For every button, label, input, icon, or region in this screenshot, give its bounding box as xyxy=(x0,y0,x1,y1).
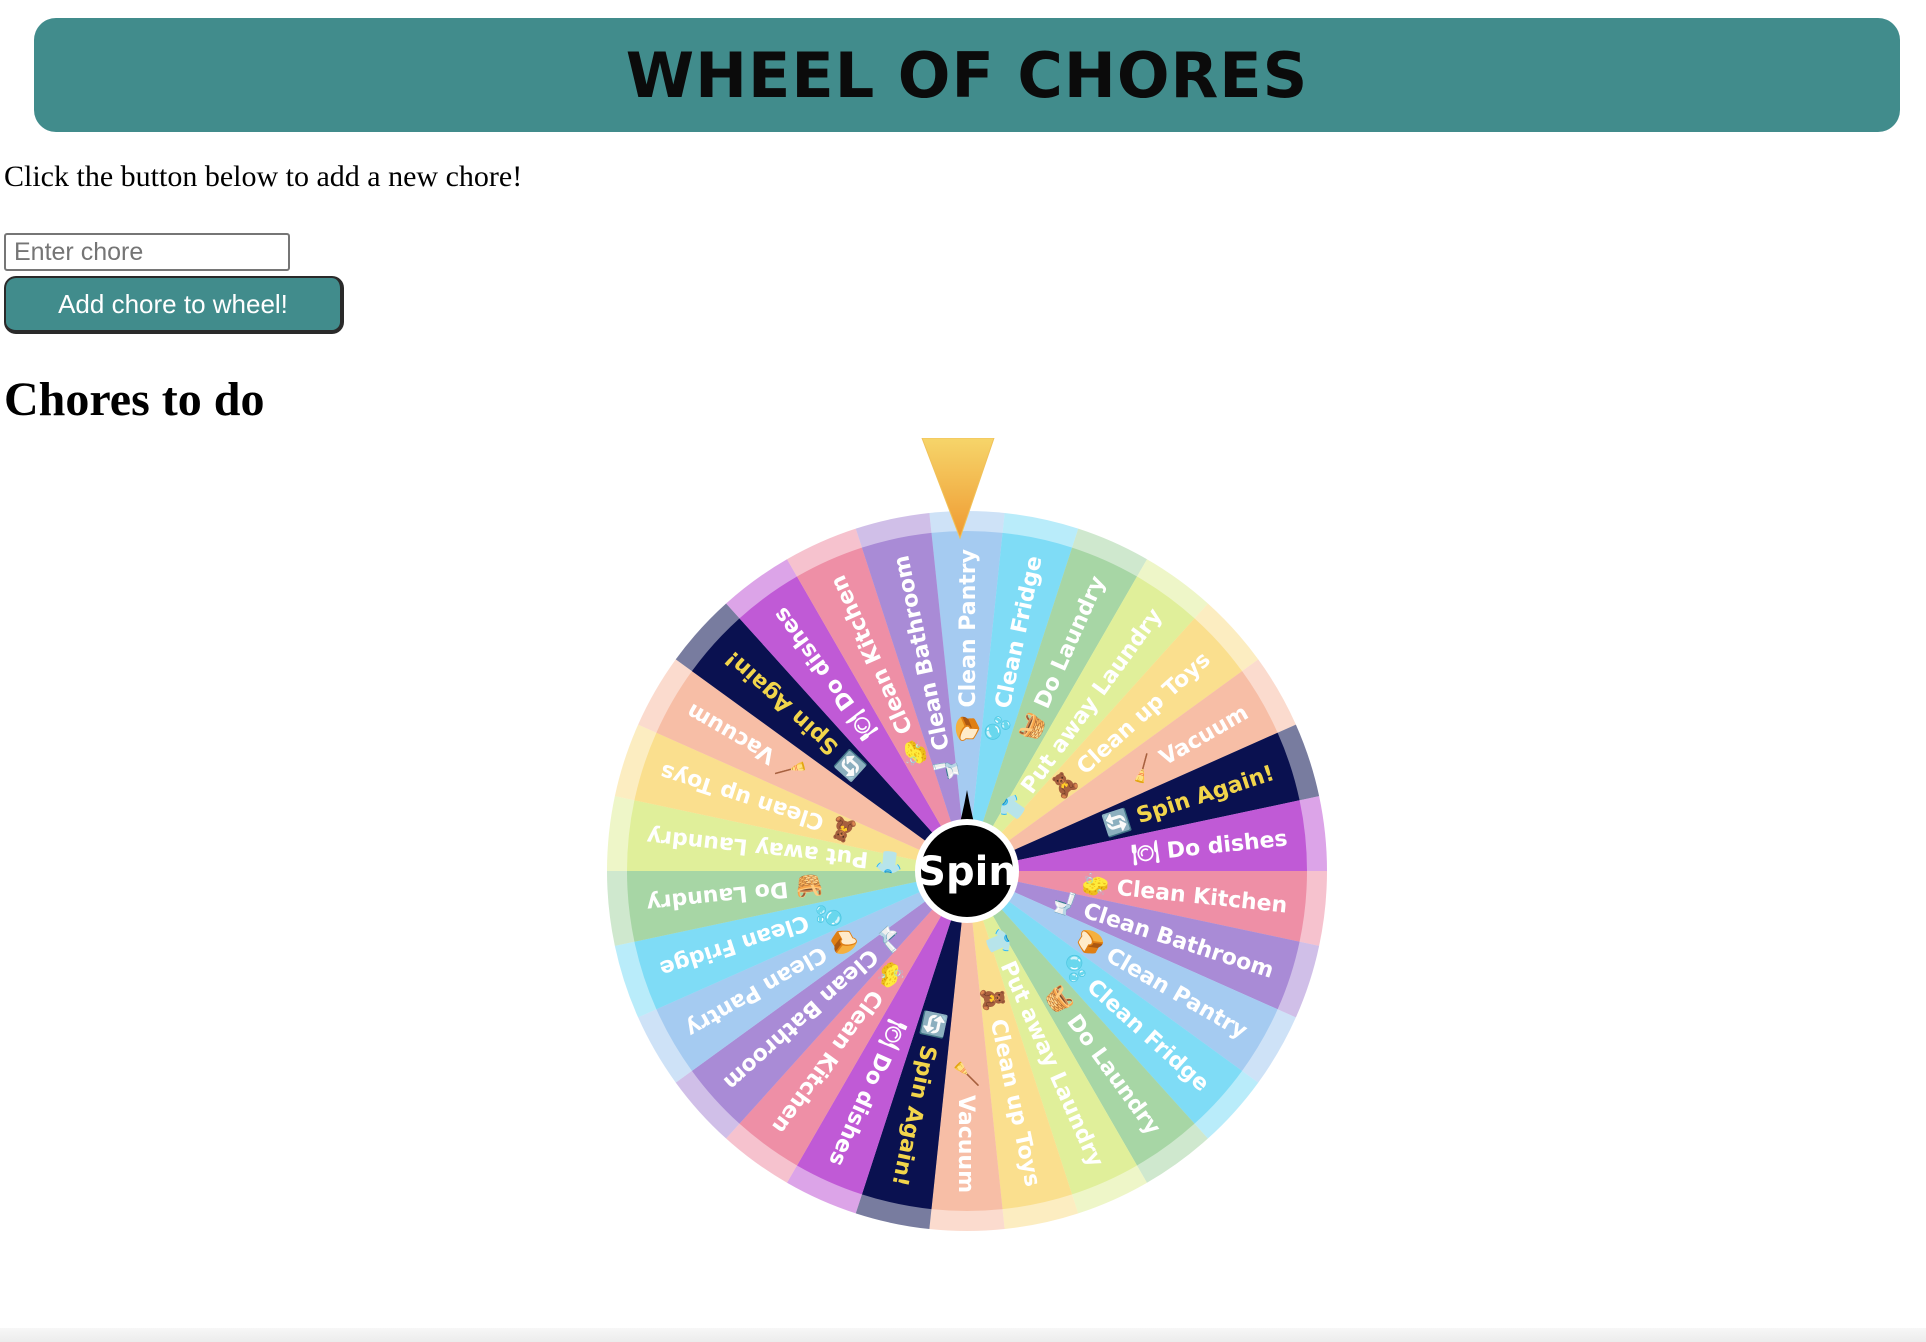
wheel-segment-label: 🍞 Clean Pantry xyxy=(955,549,981,743)
wheel-segment-label-group: 🧹 Vacuum xyxy=(953,1060,979,1193)
spin-button-label[interactable]: Spin xyxy=(917,849,1017,895)
chore-wheel[interactable]: 🍞 Clean Pantry 🫧 Clean Fridge🧺 Do Laundry… xyxy=(600,438,1340,1238)
header-banner: WHEEL OF CHORES xyxy=(34,18,1900,132)
chores-section-title: Chores to do xyxy=(4,373,265,426)
wheel-segment-label: 🧹 Vacuum xyxy=(953,1060,979,1193)
wheel-segment-label-group: 🍞 Clean Pantry xyxy=(955,549,981,743)
window-bottom-edge xyxy=(0,1328,1926,1342)
chore-input[interactable] xyxy=(4,233,290,271)
instructions-text: Click the button below to add a new chor… xyxy=(4,160,523,193)
add-chore-button[interactable]: Add chore to wheel! xyxy=(4,276,344,334)
page-title: WHEEL OF CHORES xyxy=(625,38,1309,112)
